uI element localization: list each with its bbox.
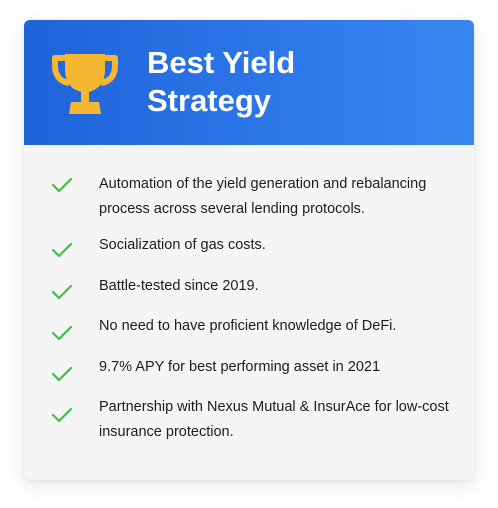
- feature-text: Partnership with Nexus Mutual & InsurAce…: [99, 399, 449, 440]
- card-title-line2: Strategy: [147, 83, 272, 118]
- card-title-line1: Best Yield: [147, 45, 296, 80]
- check-icon: [51, 177, 73, 193]
- feature-text: No need to have proficient knowledge of …: [99, 318, 397, 334]
- check-icon: [51, 284, 73, 300]
- card-header: Best Yield Strategy: [24, 20, 474, 145]
- check-icon: [51, 242, 73, 258]
- feature-text: 9.7% APY for best performing asset in 20…: [99, 359, 381, 375]
- strategy-card: Best Yield Strategy Automation of the yi…: [24, 20, 474, 480]
- feature-text: Battle-tested since 2019.: [99, 278, 259, 294]
- check-icon: [51, 325, 73, 341]
- feature-text: Socialization of gas costs.: [99, 237, 266, 253]
- feature-text: Automation of the yield generation and r…: [99, 176, 427, 217]
- trophy-icon: [52, 54, 118, 114]
- check-icon: [51, 366, 73, 382]
- check-icon: [51, 407, 73, 423]
- card-title: Best Yield Strategy: [147, 44, 447, 120]
